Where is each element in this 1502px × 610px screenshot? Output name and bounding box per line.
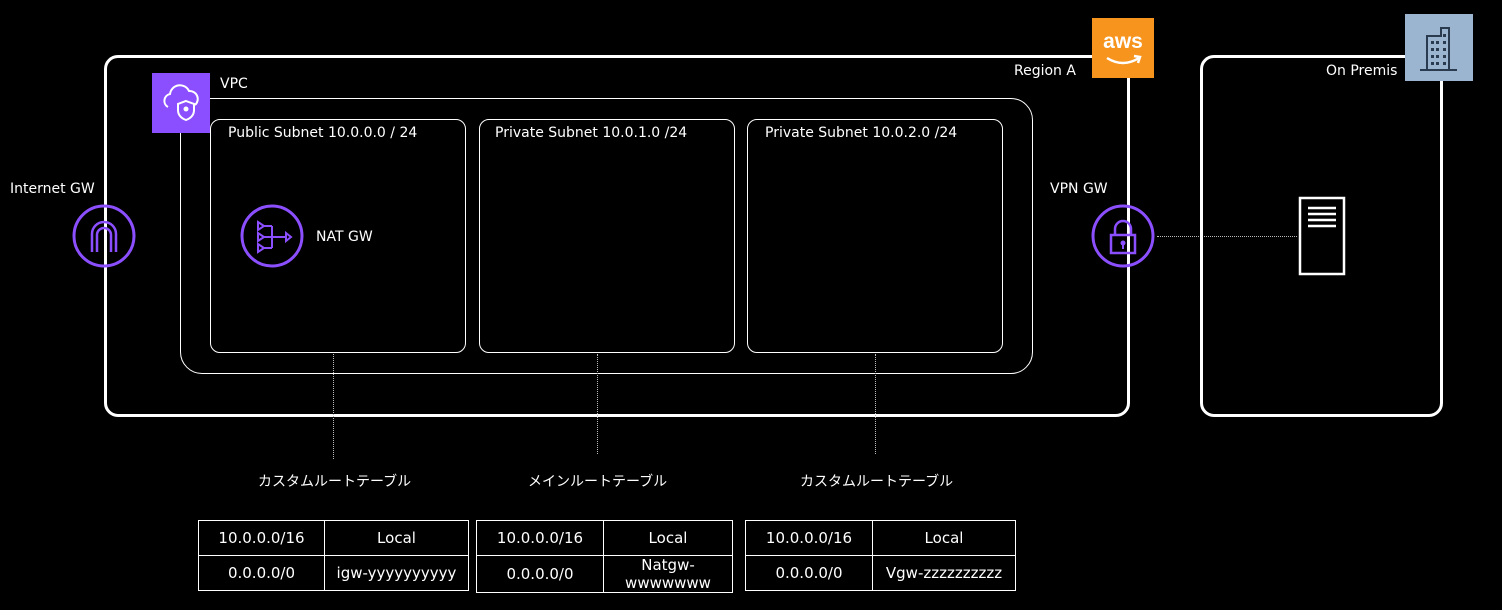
route-target: Natgw-wwwwwww	[603, 555, 733, 593]
connector-private-subnet-1	[597, 354, 598, 454]
aws-smile-icon	[1106, 54, 1142, 65]
route-destination: 0.0.0.0/0	[198, 555, 325, 591]
route-table-vpn: 10.0.0.0/16 Local 0.0.0.0/0 Vgw-zzzzzzzz…	[745, 520, 1016, 591]
private-subnet-1-label: Private Subnet 10.0.1.0 /24	[495, 125, 688, 141]
route-destination: 0.0.0.0/0	[476, 555, 604, 593]
table-row: 10.0.0.0/16 Local	[476, 520, 733, 556]
route-destination: 0.0.0.0/0	[745, 555, 873, 591]
table-row: 10.0.0.0/16 Local	[745, 520, 1016, 556]
table-row: 0.0.0.0/0 Natgw-wwwwwww	[476, 555, 733, 593]
nat-gw-label: NAT GW	[316, 229, 373, 245]
public-subnet-label: Public Subnet 10.0.0.0 / 24	[228, 125, 418, 141]
onprem-label: On Premis	[1326, 63, 1398, 79]
nat-gateway-icon	[240, 204, 304, 268]
building-icon	[1405, 14, 1473, 81]
route-destination: 10.0.0.0/16	[476, 520, 604, 556]
internet-gw-label: Internet GW	[10, 181, 95, 197]
vpc-label: VPC	[220, 76, 248, 92]
region-label: Region A	[1014, 63, 1076, 79]
vpc-icon	[152, 73, 210, 133]
private-subnet-2-label: Private Subnet 10.0.2.0 /24	[765, 125, 958, 141]
route-target: Local	[872, 520, 1016, 556]
connector-private-subnet-2	[875, 354, 876, 454]
private-subnet-1-box	[479, 119, 735, 353]
vpn-gateway-icon	[1091, 204, 1155, 268]
table-row: 0.0.0.0/0 Vgw-zzzzzzzzzz	[745, 555, 1016, 591]
table-row: 0.0.0.0/0 igw-yyyyyyyyyy	[198, 555, 469, 591]
cloud-shield-icon	[163, 84, 199, 122]
route-table-caption-2: メインルートテーブル	[528, 474, 668, 490]
route-target: igw-yyyyyyyyyy	[324, 555, 469, 591]
private-subnet-2-box	[747, 119, 1003, 353]
route-table-caption-1: カスタムルートテーブル	[258, 474, 412, 490]
route-target: Vgw-zzzzzzzzzz	[872, 555, 1016, 591]
route-table-main: 10.0.0.0/16 Local 0.0.0.0/0 Natgw-wwwwww…	[476, 520, 733, 593]
table-row: 10.0.0.0/16 Local	[198, 520, 469, 556]
route-destination: 10.0.0.0/16	[745, 520, 873, 556]
route-destination: 10.0.0.0/16	[198, 520, 325, 556]
route-table-public: 10.0.0.0/16 Local 0.0.0.0/0 igw-yyyyyyyy…	[198, 520, 469, 591]
route-target: Local	[324, 520, 469, 556]
route-target: Local	[603, 520, 733, 556]
aws-logo-icon: aws	[1092, 18, 1154, 78]
route-table-caption-3: カスタムルートテーブル	[800, 474, 954, 490]
server-icon	[1298, 196, 1346, 276]
connector-public-subnet	[333, 354, 334, 459]
vpn-gw-label: VPN GW	[1050, 181, 1108, 197]
internet-gateway-icon	[72, 204, 136, 268]
